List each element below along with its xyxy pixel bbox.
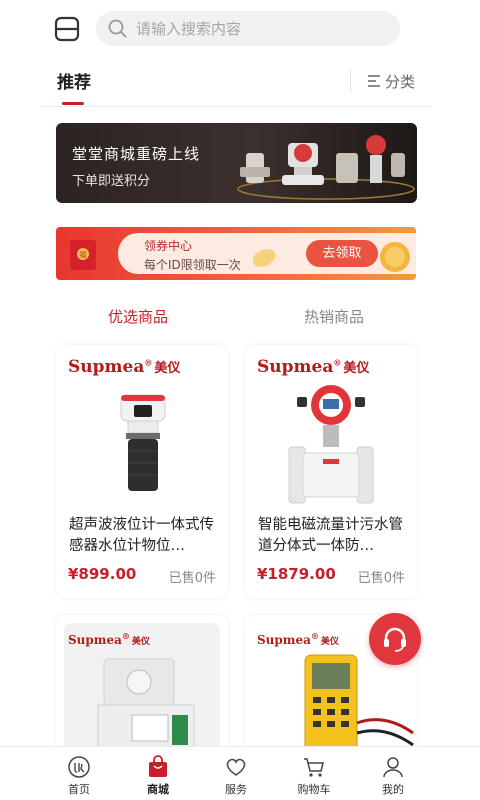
- product-name: 智能电磁流量计污水管道分体式一体防…: [258, 517, 403, 554]
- tab-label: 我的: [382, 783, 404, 796]
- banner-subtitle: 下单即送积分: [72, 174, 151, 189]
- product-price: ¥899.00: [68, 565, 137, 583]
- tab-label: 首页: [68, 783, 90, 796]
- tab-active-indicator: [62, 102, 84, 105]
- coupon-desc: 每个ID限领取一次: [144, 258, 241, 272]
- search-input[interactable]: [136, 11, 386, 46]
- tab-service[interactable]: 服务: [201, 747, 271, 800]
- tab-cart[interactable]: 购物车: [279, 747, 349, 800]
- product-price: ¥1879.00: [257, 565, 336, 583]
- shop-bag-icon: [149, 755, 167, 777]
- brand-logo: Supmea®美仪: [68, 357, 181, 377]
- brand-logo: Supmea®美仪: [257, 357, 370, 377]
- tab-shop[interactable]: 商城: [123, 747, 193, 800]
- coupon-title: 领券中心: [144, 239, 193, 253]
- headset-icon: [384, 627, 406, 652]
- tab-profile[interactable]: 我的: [358, 747, 428, 800]
- scan-icon[interactable]: [54, 16, 80, 42]
- customer-service-button[interactable]: [369, 613, 421, 665]
- tab-label: 购物车: [297, 783, 331, 796]
- category-label: 分类: [385, 72, 416, 91]
- top-bar: [0, 0, 480, 58]
- tab-label: 服务: [225, 783, 247, 796]
- divider: [350, 70, 351, 92]
- tab-home[interactable]: 首页: [44, 747, 114, 800]
- product-image: [304, 654, 414, 754]
- promo-banner[interactable]: 堂堂商城重磅上线 下单即送积分: [56, 123, 417, 203]
- product-card[interactable]: Supmea®美仪: [56, 615, 228, 755]
- tab-selected-products[interactable]: 优选商品: [108, 306, 168, 327]
- product-sold-count: 已售0件: [168, 571, 216, 586]
- category-tabs: 推荐 分类: [0, 58, 480, 106]
- search-bar[interactable]: [96, 11, 400, 46]
- menu-icon: [368, 75, 380, 87]
- banner-title: 堂堂商城重磅上线: [72, 145, 201, 163]
- cart-icon: [304, 758, 324, 777]
- search-icon: [108, 19, 127, 38]
- product-image: [288, 385, 374, 504]
- category-button[interactable]: 分类: [367, 70, 415, 92]
- tab-recommend[interactable]: 推荐: [57, 68, 91, 93]
- tab-hot-products[interactable]: 热销商品: [304, 306, 364, 327]
- banner-products-image: [237, 135, 415, 200]
- product-card[interactable]: Supmea® 美仪 超声波液位计一体式传感器水位计物位… ¥899.00 已售0…: [56, 345, 228, 598]
- red-envelope-icon: 福: [70, 240, 96, 270]
- heart-icon: [226, 758, 246, 776]
- product-image: [120, 394, 166, 491]
- home-icon: [68, 756, 90, 778]
- svg-text:福: 福: [80, 250, 87, 259]
- product-name: 超声波液位计一体式传感器水位计物位…: [69, 517, 214, 554]
- coin-icon: [380, 242, 410, 272]
- brand-logo: Supmea®美仪: [257, 631, 339, 647]
- tab-label: 商城: [147, 783, 169, 796]
- coin-icon: [252, 249, 276, 267]
- brand-logo: Supmea®美仪: [68, 631, 150, 647]
- coupon-center-banner[interactable]: 福 领券中心 每个ID限领取一次 去领取: [56, 227, 416, 280]
- user-icon: [383, 757, 403, 778]
- product-sold-count: 已售0件: [357, 571, 405, 586]
- product-image: [97, 658, 195, 754]
- bottom-tab-bar: 首页 商城 服务 购物车 我的: [0, 746, 480, 800]
- claim-coupon-button[interactable]: 去领取: [306, 240, 378, 267]
- divider: [40, 106, 432, 107]
- product-card[interactable]: Supmea® 美仪 智能电磁流量计污水管道分体式一体防… ¥1879.00 已售…: [245, 345, 417, 598]
